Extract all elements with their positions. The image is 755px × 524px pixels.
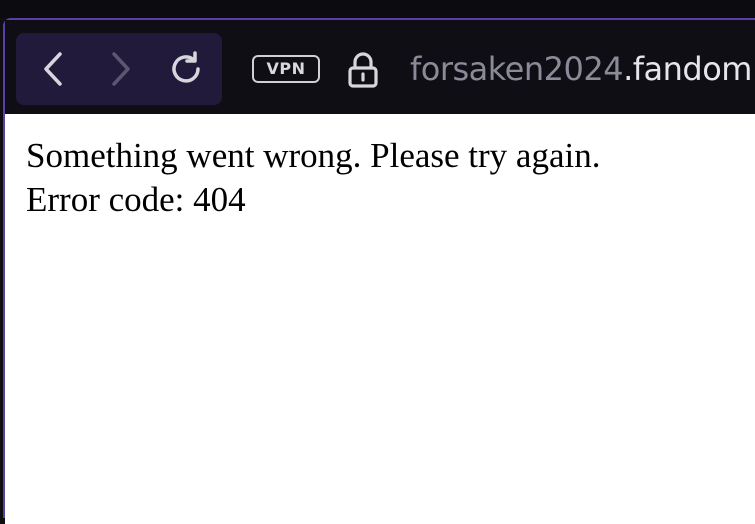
page-content: Something went wrong. Please try again. … [5, 114, 755, 524]
error-code: Error code: 404 [26, 180, 246, 219]
navigation-group [16, 33, 222, 105]
chevron-right-icon [112, 52, 130, 86]
chevron-left-icon [44, 52, 62, 86]
vpn-badge[interactable]: VPN [252, 55, 320, 83]
browser-toolbar: VPN forsaken2024.fandom. [5, 20, 755, 114]
url-domain: .fandom. [623, 50, 755, 88]
address-bar[interactable]: forsaken2024.fandom. [410, 50, 755, 88]
forward-button[interactable] [98, 47, 142, 91]
lock-icon[interactable] [346, 52, 380, 88]
browser-window: VPN forsaken2024.fandom. Something went … [3, 18, 755, 524]
reload-button[interactable] [164, 47, 208, 91]
error-message: Something went wrong. Please try again. [26, 136, 601, 175]
reload-icon [172, 51, 200, 83]
url-subdomain: forsaken2024 [410, 50, 624, 88]
back-button[interactable] [32, 47, 76, 91]
window-top-strip [0, 0, 755, 18]
